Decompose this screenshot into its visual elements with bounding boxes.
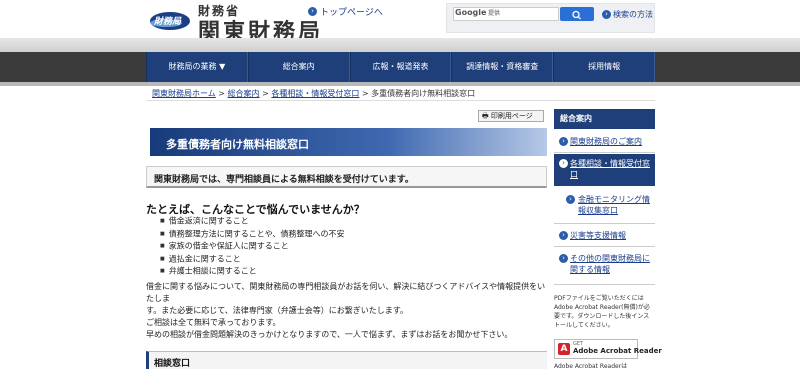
list-item: 家族の借金や保証人に関すること	[160, 240, 345, 253]
search-button[interactable]	[560, 7, 594, 21]
logo-icon[interactable]: 財務局	[148, 8, 192, 32]
sidebar-item-label: その他の関東財務局に関する情報	[570, 254, 650, 274]
print-page-label: 印刷用ページ	[490, 112, 533, 120]
circle-arrow-icon: ›	[559, 254, 568, 263]
global-nav: 財務局の業務 ▼ 総合案内 広報・報道発表 調達情報・資格審査 採用情報	[0, 52, 800, 82]
circle-arrow-icon: ›	[559, 231, 568, 240]
concerns-list: 借金返済に関すること 債務整理方法に関することや、債務整理への不安 家族の借金や…	[160, 215, 345, 278]
sidebar-item-label: 災害等支援情報	[570, 231, 626, 240]
breadcrumb-divider	[146, 100, 655, 101]
section-heading-box	[146, 351, 547, 369]
breadcrumb-home[interactable]: 関東財務局ホーム	[152, 89, 216, 98]
search-help-label: 検索の方法	[613, 10, 653, 19]
svg-text:財務局: 財務局	[153, 16, 182, 27]
top-page-link-label: トップページへ	[320, 8, 383, 18]
top-page-link[interactable]: › トップページへ	[308, 5, 383, 18]
paragraph-line: ご相談は全て無料で承っております。	[146, 318, 281, 327]
header-divider-band	[0, 38, 800, 52]
description-paragraph: 借金に関する悩みについて、関東財務局の専門相談員がお話を伺い、解決に結びつくアド…	[146, 281, 551, 317]
paragraph-line: 借金に関する悩みについて、関東財務局の専門相談員がお話を伺い、解決に結びつくアド…	[146, 282, 546, 303]
sidebar-item-label: 各種相談・情報受付窓口	[570, 159, 650, 179]
list-item: 過払金に関すること	[160, 253, 345, 266]
list-item: 借金返済に関すること	[160, 215, 345, 228]
sidebar-divider	[554, 284, 655, 285]
breadcrumb-separator: >	[215, 89, 228, 98]
nav-item-services[interactable]: 財務局の業務 ▼	[146, 52, 248, 82]
breadcrumb-consultation[interactable]: 各種相談・情報受付窓口	[271, 89, 359, 98]
nav-bottom-band	[0, 82, 800, 86]
free-consultation-paragraph: ご相談は全て無料で承っております。 早めの相談が借金問題解決のきっかけとなります…	[146, 317, 551, 341]
search-icon	[572, 10, 581, 20]
sidebar-item-other[interactable]: › その他の関東財務局に関する情報	[554, 249, 655, 279]
sidebar-divider	[554, 223, 655, 224]
sidebar-item-disaster[interactable]: › 災害等支援情報	[554, 226, 655, 245]
nav-item-press[interactable]: 広報・報道発表	[349, 52, 452, 82]
search-help-link[interactable]: › 検索の方法	[602, 9, 653, 20]
list-item: 弁護士相談に関すること	[160, 265, 345, 278]
sidebar-subitem-monitoring[interactable]: › 金融モニタリング情報収集窓口	[554, 190, 655, 220]
breadcrumb-guide[interactable]: 総合案内	[228, 89, 260, 98]
pdf-note: PDFファイルをご覧いただくにはAdobe Acrobat Reader(無償)…	[554, 295, 650, 329]
circle-arrow-icon: ›	[308, 7, 317, 16]
sidebar-item-label: 関東財務局のご案内	[570, 137, 642, 146]
acrobat-label: Adobe Acrobat Reader	[573, 347, 662, 355]
acrobat-icon: A	[558, 343, 570, 355]
site-header: 財務局 財務省 関東財務局 › トップページへ 提供 Google › 検索の方…	[0, 0, 800, 45]
nav-item-guide[interactable]: 総合案内	[247, 52, 350, 82]
global-nav-inner: 財務局の業務 ▼ 総合案内 広報・報道発表 調達情報・資格審査 採用情報	[146, 52, 655, 82]
circle-arrow-icon: ›	[559, 137, 568, 146]
paragraph-line: 早めの相談が借金問題解決のきっかけとなりますので、一人で悩まず、まずはお話をお聞…	[146, 330, 513, 339]
nav-item-recruit[interactable]: 採用情報	[553, 52, 655, 82]
sidebar-divider	[554, 152, 655, 153]
breadcrumb-current: 多重債務者向け無料相談窓口	[371, 89, 476, 98]
sidebar-item-label: 金融モニタリング情報収集窓口	[578, 195, 650, 215]
list-item: 債務整理方法に関することや、債務整理への不安	[160, 228, 345, 241]
print-page-button[interactable]: 🖶 印刷用ページ	[478, 110, 544, 122]
nav-item-procurement[interactable]: 調達情報・資格審査	[451, 52, 554, 82]
section-title: 相談窓口	[154, 359, 191, 369]
sidebar-divider	[554, 246, 655, 247]
circle-arrow-icon: ›	[559, 159, 568, 168]
lead-text: 関東財務局では、専門相談員による無料相談を受付けています。	[154, 175, 414, 185]
page-title: 多重債務者向け無料相談窓口	[166, 138, 309, 151]
circle-arrow-icon: ›	[566, 195, 575, 204]
circle-arrow-icon: ›	[602, 10, 611, 19]
sidebar-heading[interactable]: 総合案内	[554, 109, 655, 129]
breadcrumb: 関東財務局ホーム > 総合案内 > 各種相談・情報受付窓口 > 多重債務者向け無…	[152, 88, 475, 99]
paragraph-line: す。また必要に応じて、法律専門家（弁護士会等）にお繋ぎいたします。	[146, 306, 408, 315]
google-label: Google	[455, 8, 487, 17]
sidebar-item-about[interactable]: › 関東財務局のご案内	[554, 132, 655, 151]
printer-icon: 🖶	[482, 112, 489, 120]
sidebar-item-consultation[interactable]: › 各種相談・情報受付窓口	[554, 154, 655, 186]
breadcrumb-separator: >	[359, 89, 372, 98]
breadcrumb-separator: >	[259, 89, 272, 98]
